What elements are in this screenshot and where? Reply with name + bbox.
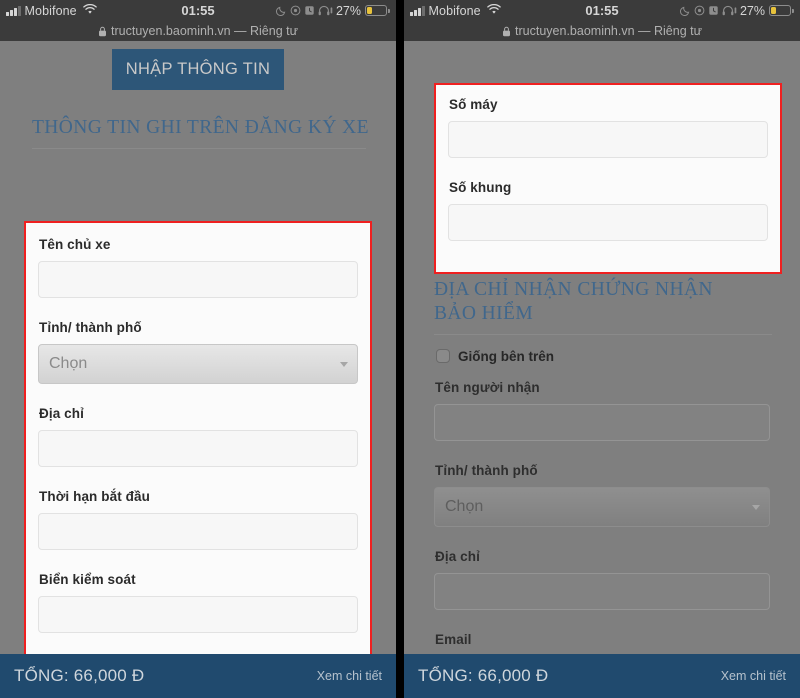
moon-icon: [680, 5, 691, 16]
bottom-total-bar: TỔNG: 66,000 Đ Xem chi tiết: [404, 654, 800, 698]
field-label: Thời hạn bắt đầu: [39, 489, 150, 504]
headphones-icon: [722, 5, 737, 16]
lock-icon: [502, 26, 511, 37]
input-thoi-han-bat-dau[interactable]: [38, 513, 358, 550]
wifi-icon: [82, 3, 97, 18]
url-text: tructuyen.baominh.vn — Riêng tư: [515, 24, 702, 38]
select-value: Chọn: [49, 355, 88, 372]
field-dia-chi: Địa chỉ: [38, 406, 358, 467]
field-label: Địa chỉ: [435, 548, 480, 564]
carrier-label: Mobifone: [428, 3, 481, 18]
field-tinh-thanh-pho: Tỉnh/ thành phố Chọn: [434, 463, 770, 527]
field-ten-nguoi-nhan: Tên người nhận: [434, 380, 770, 441]
right-lower-section: ĐỊA CHỈ NHẬN CHỨNG NHẬN BẢO HIỂM Giống b…: [404, 278, 800, 698]
signal-strength-icon: [410, 5, 425, 16]
left-phone-screen: Mobifone 01:55 27% tructuyen.baominh.vn …: [0, 0, 396, 698]
url-text: tructuyen.baominh.vn — Riêng tư: [111, 24, 298, 38]
lock-icon: [98, 26, 107, 37]
field-ten-chu-xe: Tên chủ xe: [38, 237, 358, 298]
status-bar-right: 27%: [276, 4, 390, 18]
field-thoi-han-bat-dau: Thời hạn bắt đầu: [38, 489, 358, 550]
dual-screenshot-container: Mobifone 01:55 27% tructuyen.baominh.vn …: [0, 0, 800, 698]
field-label: Tên người nhận: [435, 379, 540, 395]
status-bar-right: 27%: [680, 4, 794, 18]
battery-percent-label: 27%: [335, 3, 361, 18]
bottom-total-bar: TỔNG: 66,000 Đ Xem chi tiết: [0, 654, 396, 698]
chevron-down-icon: [340, 362, 348, 367]
input-ten-chu-xe[interactable]: [38, 261, 358, 298]
location-icon: [290, 5, 301, 16]
left-highlighted-form-box: Tên chủ xe Tỉnh/ thành phố Chọn Địa chỉ: [24, 221, 372, 691]
checkbox-icon[interactable]: [436, 349, 450, 364]
field-so-khung: Số khung: [448, 180, 768, 241]
field-so-may: Số máy: [448, 97, 768, 158]
chevron-down-icon: [752, 504, 760, 510]
input-bien-kiem-soat[interactable]: [38, 596, 358, 633]
field-label: Biển kiểm soát: [39, 572, 136, 587]
field-label: Email: [435, 631, 472, 647]
select-tinh-thanh-pho[interactable]: Chọn: [38, 344, 358, 384]
field-label: Tên chủ xe: [39, 237, 111, 252]
input-ten-nguoi-nhan[interactable]: [434, 403, 770, 441]
total-amount-label: TỔNG: 66,000 Đ: [418, 666, 549, 685]
field-tinh-thanh-pho: Tỉnh/ thành phố Chọn: [38, 320, 358, 384]
view-detail-link[interactable]: Xem chi tiết: [721, 669, 786, 683]
status-bar-left: Mobifone: [410, 3, 501, 18]
headphones-icon: [318, 5, 333, 16]
select-tinh-thanh-pho[interactable]: Chọn: [434, 486, 770, 527]
wifi-icon: [486, 3, 501, 18]
battery-icon: [365, 5, 390, 16]
input-dia-chi[interactable]: [434, 572, 770, 610]
battery-icon: [769, 5, 794, 16]
moon-icon: [276, 5, 287, 16]
tab-nhap-thong-tin[interactable]: NHẬP THÔNG TIN: [112, 49, 284, 90]
left-section-title: THÔNG TIN GHI TRÊN ĐĂNG KÝ XE: [32, 117, 369, 138]
browser-url-bar[interactable]: tructuyen.baominh.vn — Riêng tư: [0, 21, 396, 41]
input-so-khung[interactable]: [448, 204, 768, 241]
field-label: Số máy: [449, 97, 498, 112]
field-label: Tỉnh/ thành phố: [39, 320, 142, 335]
view-detail-link[interactable]: Xem chi tiết: [317, 669, 382, 683]
total-amount-label: TỔNG: 66,000 Đ: [14, 666, 145, 685]
field-bien-kiem-soat: Biển kiểm soát: [38, 572, 358, 633]
carrier-label: Mobifone: [24, 3, 77, 18]
status-bar-left: Mobifone: [6, 3, 97, 18]
left-page-content: NHẬP THÔNG TIN THÔNG TIN GHI TRÊN ĐĂNG K…: [0, 41, 396, 698]
right-phone-screen: Mobifone 01:55 27% tructuyen.baominh.vn …: [404, 0, 800, 698]
right-highlighted-form-box: Số máy Số khung: [434, 83, 782, 274]
field-label: Địa chỉ: [39, 406, 84, 421]
location-icon: [694, 5, 705, 16]
field-label: Số khung: [449, 180, 512, 195]
select-value: Chọn: [445, 497, 484, 515]
input-so-may[interactable]: [448, 121, 768, 158]
field-label: Tỉnh/ thành phố: [435, 462, 538, 478]
battery-percent-label: 27%: [739, 3, 765, 18]
input-dia-chi[interactable]: [38, 430, 358, 467]
browser-url-bar[interactable]: tructuyen.baominh.vn — Riêng tư: [404, 21, 800, 41]
alarm-icon: [708, 5, 719, 16]
status-bar: Mobifone 01:55 27%: [0, 0, 396, 21]
signal-strength-icon: [6, 5, 21, 16]
status-bar: Mobifone 01:55 27%: [404, 0, 800, 21]
field-dia-chi: Địa chỉ: [434, 549, 770, 610]
right-section-divider: [434, 333, 772, 335]
checkbox-giong-ben-tren[interactable]: Giống bên trên: [436, 349, 770, 364]
checkbox-label: Giống bên trên: [458, 348, 554, 364]
right-form-fields: Giống bên trên Tên người nhận Tỉnh/ thàn…: [404, 349, 800, 693]
right-page-content: Số máy Số khung ĐỊA CHỈ NHẬN CHỨNG NHẬN …: [404, 41, 800, 698]
alarm-icon: [304, 5, 315, 16]
left-section-divider: [32, 148, 366, 150]
right-section-title: ĐỊA CHỈ NHẬN CHỨNG NHẬN BẢO HIỂM: [434, 279, 713, 325]
